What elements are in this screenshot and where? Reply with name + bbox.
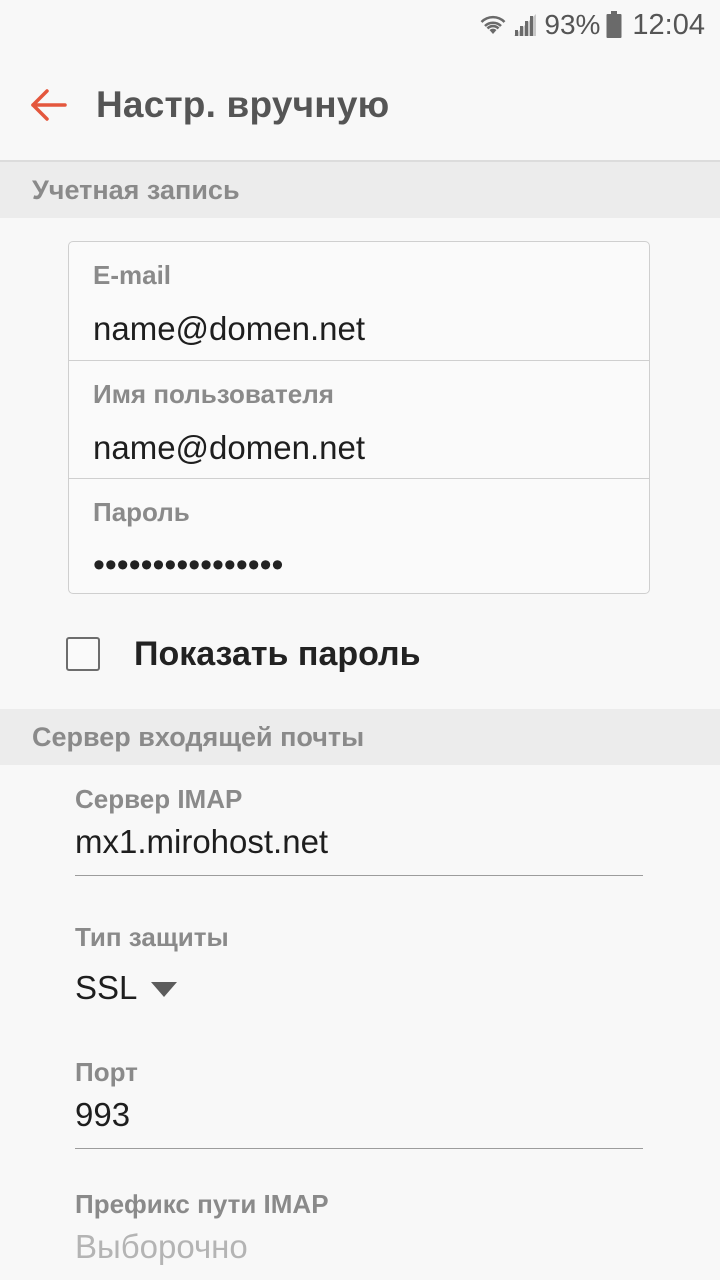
port-label: Порт [75,1057,138,1087]
wifi-icon [480,12,506,38]
section-header-label: Учетная запись [32,175,240,205]
imap-server-label: Сервер IMAP [75,784,243,814]
show-password-toggle[interactable]: Показать пароль [66,634,421,674]
password-field[interactable]: Пароль •••••••••••••••• [69,478,649,597]
port-field: Порт 993 [75,1057,643,1149]
back-arrow-icon [29,88,67,127]
username-label: Имя пользователя [93,379,334,409]
email-value[interactable]: name@domen.net [93,310,365,348]
section-header-label: Сервер входящей почты [32,722,365,752]
dropdown-triangle-icon [151,982,178,997]
email-field[interactable]: E-mail name@domen.net [69,242,649,360]
password-label: Пароль [93,497,190,527]
imap-server-input[interactable]: mx1.mirohost.net [75,823,643,876]
page-title: Настр. вручную [96,84,390,125]
imap-server-field: Сервер IMAP mx1.mirohost.net [75,784,643,876]
clock: 12:04 [632,8,705,41]
password-value[interactable]: •••••••••••••••• [93,548,283,582]
battery-percent: 93% [544,9,601,40]
status-bar: 93% 12:04 [0,0,720,50]
back-button[interactable] [26,85,70,129]
username-field[interactable]: Имя пользователя name@domen.net [69,360,649,479]
signal-icon [512,12,538,38]
email-label: E-mail [93,260,172,290]
section-header-account: Учетная запись [0,162,720,218]
account-card: E-mail name@domen.net Имя пользователя n… [68,241,650,594]
security-type-field: Тип защиты SSL [75,922,643,1007]
security-type-value: SSL [75,969,138,1006]
app-bar: Настр. вручную [0,50,720,162]
battery-icon [606,11,622,39]
show-password-checkbox[interactable] [66,637,100,671]
status-icons: 93% 12:04 [480,8,705,42]
security-type-label: Тип защиты [75,922,229,952]
username-value[interactable]: name@domen.net [93,429,365,467]
imap-prefix-label: Префикс пути IMAP [75,1189,329,1219]
security-type-dropdown[interactable]: SSL [75,969,643,1007]
section-header-incoming: Сервер входящей почты [0,709,720,765]
show-password-label: Показать пароль [134,634,421,673]
imap-prefix-field: Префикс пути IMAP Выборочно [75,1189,643,1280]
imap-prefix-input[interactable]: Выборочно [75,1228,643,1280]
port-input[interactable]: 993 [75,1096,643,1149]
